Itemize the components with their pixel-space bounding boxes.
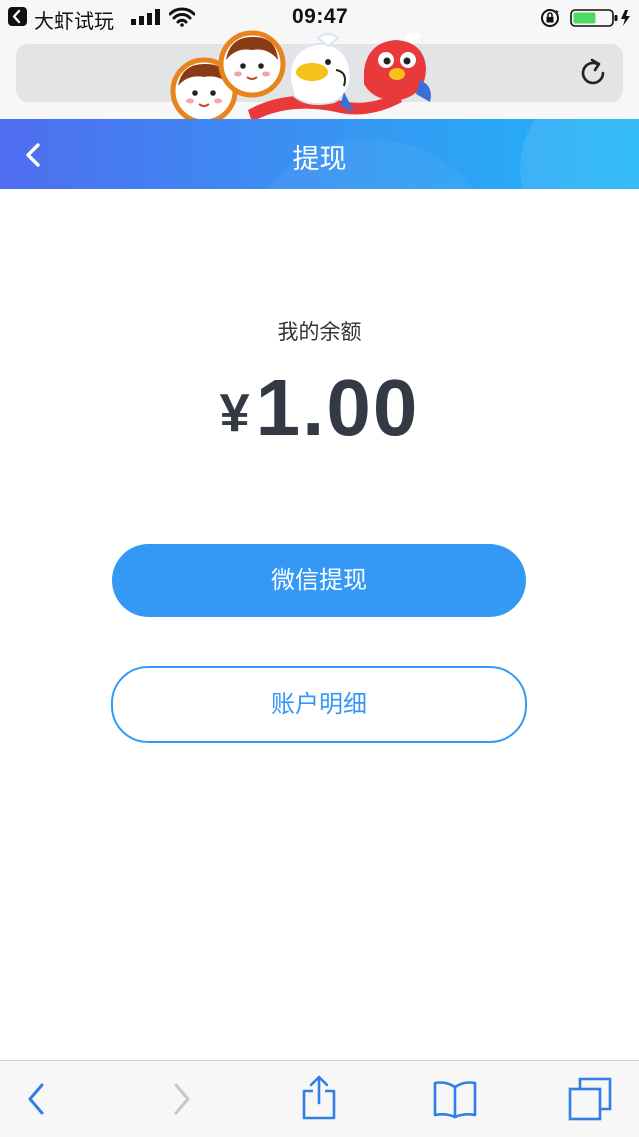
share-icon[interactable] [300, 1073, 338, 1121]
mascot-illustration [170, 30, 431, 125]
balance-value: 1.00 [255, 363, 420, 452]
wechat-withdraw-button[interactable]: 微信提现 [112, 544, 526, 617]
signal-icon [131, 9, 160, 25]
balance-amount: ¥1.00 [0, 362, 639, 454]
balance-label: 我的余额 [277, 320, 362, 344]
account-details-button[interactable]: 账户明细 [111, 666, 527, 743]
currency-symbol: ¥ [219, 383, 250, 443]
battery-icon [570, 9, 630, 27]
tabs-icon[interactable] [568, 1077, 614, 1121]
reload-icon[interactable] [576, 56, 610, 90]
forward-icon[interactable] [166, 1079, 196, 1119]
page-header: 提现 [0, 119, 639, 189]
bookmarks-icon[interactable] [432, 1079, 478, 1119]
clock: 09:47 [292, 5, 349, 28]
back-icon[interactable] [22, 1079, 52, 1119]
back-app-name[interactable]: 大虾试玩 [34, 5, 114, 34]
rotation-lock-icon [541, 9, 559, 27]
wifi-icon [169, 7, 195, 27]
page-title: 提现 [292, 144, 347, 175]
back-to-app-icon[interactable] [8, 7, 27, 26]
browser-toolbar [0, 1060, 639, 1137]
